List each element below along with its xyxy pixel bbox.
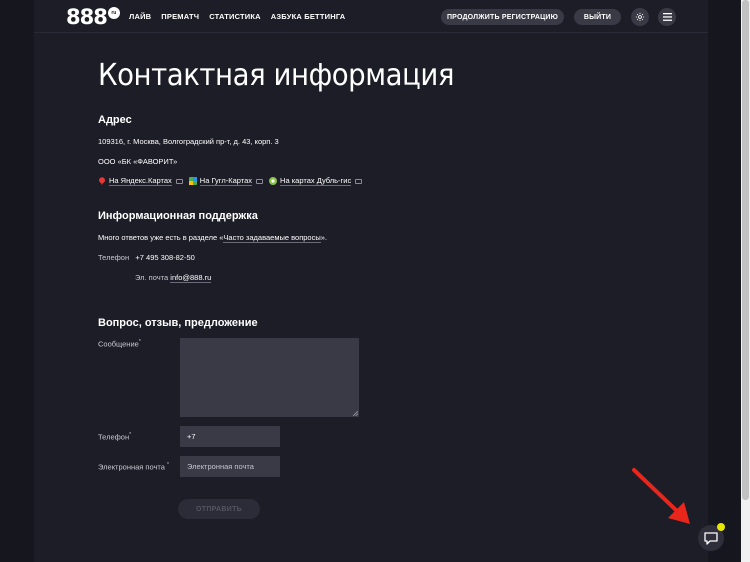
top-header: 888 ru ЛАЙВ ПРЕМАТЧ СТАТИСТИКА АЗБУКА БЕ… bbox=[34, 0, 708, 33]
chat-icon bbox=[704, 531, 718, 545]
address-heading: Адрес bbox=[98, 114, 132, 126]
phone-value: +7 495 308-82-50 bbox=[135, 253, 195, 262]
google-map-link[interactable]: На Гугл-Картах bbox=[188, 176, 264, 186]
email-row: Эл. почта info@888.ru bbox=[135, 273, 212, 283]
logo[interactable]: 888 ru bbox=[66, 6, 120, 28]
message-textarea[interactable] bbox=[180, 338, 359, 417]
nav-prematch[interactable]: ПРЕМАТЧ bbox=[161, 12, 199, 21]
page-title: Контактная информация bbox=[98, 58, 454, 93]
google-map-label[interactable]: На Гугл-Картах bbox=[199, 176, 253, 186]
email-field-label: Электронная почта * bbox=[98, 462, 169, 472]
nav-statistics[interactable]: СТАТИСТИКА bbox=[209, 12, 261, 21]
dublgis-map-link[interactable]: На картах Дубль-гис bbox=[269, 176, 363, 186]
nav-live[interactable]: ЛАЙВ bbox=[129, 12, 151, 21]
settings-button[interactable] bbox=[631, 8, 649, 26]
yandex-map-label[interactable]: На Яндекс.Картах bbox=[109, 176, 172, 186]
phone-row: Телефон +7 495 308-82-50 bbox=[98, 253, 195, 262]
right-gutter bbox=[708, 0, 741, 562]
map-links: На Яндекс.Картах На Гугл-Картах На карта… bbox=[98, 176, 363, 186]
scrollbar-thumb[interactable] bbox=[742, 0, 749, 500]
faq-prefix: Много ответов уже есть в разделе « bbox=[98, 233, 224, 242]
email-link[interactable]: info@888.ru bbox=[170, 273, 212, 283]
external-link-icon bbox=[355, 178, 363, 184]
logo-text: 888 bbox=[66, 5, 108, 29]
yandex-map-link[interactable]: На Яндекс.Картах bbox=[98, 176, 183, 186]
scrollbar[interactable] bbox=[741, 0, 750, 562]
faq-text: Много ответов уже есть в разделе «Часто … bbox=[98, 233, 328, 243]
address-line: 109316, г. Москва, Волгоградский пр-т, д… bbox=[98, 137, 279, 146]
nav-betting-abc[interactable]: АЗБУКА БЕТТИНГА bbox=[271, 12, 346, 21]
external-link-icon bbox=[175, 178, 183, 184]
external-link-icon bbox=[256, 178, 264, 184]
company-name: ООО «БК «ФАВОРИТ» bbox=[98, 157, 178, 166]
main-nav: ЛАЙВ ПРЕМАТЧ СТАТИСТИКА АЗБУКА БЕТТИНГА bbox=[129, 0, 345, 33]
message-label: Сообщение* bbox=[98, 339, 141, 349]
faq-link[interactable]: Часто задаваемые вопросы bbox=[223, 233, 321, 243]
dublgis-map-label[interactable]: На картах Дубль-гис bbox=[280, 176, 352, 186]
annotation-arrow-icon bbox=[632, 468, 690, 524]
phone-input[interactable]: +7 bbox=[180, 426, 280, 447]
logo-badge: ru bbox=[107, 7, 120, 19]
email-input[interactable]: Электронная почта bbox=[180, 456, 280, 477]
phone-field-label: Телефон* bbox=[98, 432, 132, 442]
faq-suffix: ». bbox=[320, 233, 328, 242]
form-heading: Вопрос, отзыв, предложение bbox=[98, 317, 258, 329]
logout-button[interactable]: ВЫЙТИ bbox=[574, 9, 621, 25]
google-maps-icon bbox=[188, 177, 197, 185]
continue-registration-button[interactable]: ПРОДОЛЖИТЬ РЕГИСТРАЦИЮ bbox=[441, 9, 564, 25]
gear-icon bbox=[635, 12, 645, 22]
resize-handle-icon[interactable] bbox=[353, 411, 358, 416]
yandex-pin-icon bbox=[99, 177, 105, 185]
dublgis-icon bbox=[269, 177, 278, 185]
support-heading: Информационная поддержка bbox=[98, 210, 258, 222]
email-label: Эл. почта bbox=[135, 273, 169, 282]
submit-button[interactable]: ОТПРАВИТЬ bbox=[178, 499, 260, 519]
phone-label: Телефон bbox=[98, 253, 130, 262]
left-gutter bbox=[0, 0, 34, 562]
hamburger-icon bbox=[662, 13, 672, 21]
menu-button[interactable] bbox=[658, 8, 676, 26]
chat-notification-dot bbox=[717, 523, 725, 531]
